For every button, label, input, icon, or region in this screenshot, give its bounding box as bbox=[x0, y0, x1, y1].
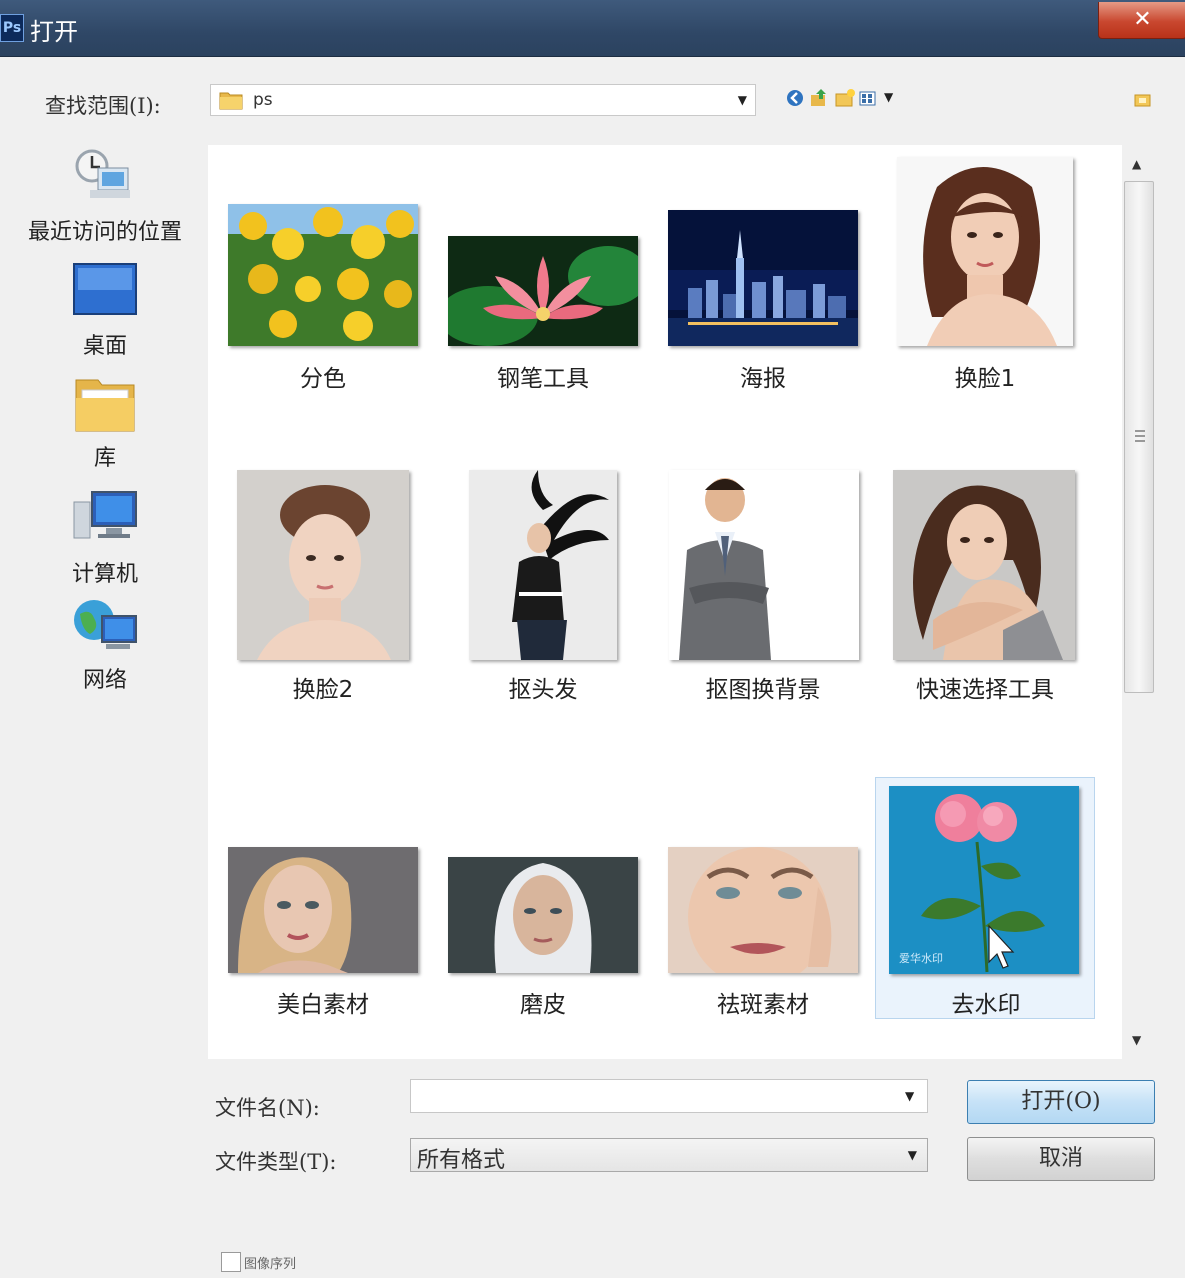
chevron-down-icon[interactable]: ▼ bbox=[884, 90, 893, 104]
place-label: 计算机 bbox=[71, 562, 138, 587]
up-folder-icon[interactable] bbox=[808, 86, 830, 110]
file-name: 磨皮 bbox=[520, 992, 566, 1018]
file-item[interactable]: 抠图换背景 bbox=[653, 470, 873, 710]
look-in-value: ps bbox=[253, 90, 273, 110]
file-name: 美白素材 bbox=[277, 992, 369, 1018]
file-name: 分色 bbox=[300, 366, 346, 392]
scroll-down-icon[interactable]: ▼ bbox=[1132, 1033, 1141, 1047]
image-thumbnail bbox=[668, 210, 858, 346]
file-name: 钢笔工具 bbox=[497, 366, 589, 392]
image-sequence-checkbox[interactable] bbox=[221, 1252, 241, 1272]
image-thumbnail bbox=[668, 847, 858, 973]
chevron-down-icon: ▼ bbox=[907, 1148, 917, 1162]
file-item[interactable]: 磨皮 bbox=[433, 795, 653, 1035]
places-bar: 最近访问的位置 桌面 库 计算机 网络 bbox=[0, 140, 210, 710]
file-name: 换脸2 bbox=[292, 677, 354, 703]
scroll-thumb[interactable] bbox=[1124, 181, 1154, 693]
image-thumbnail bbox=[228, 847, 418, 973]
folder-icon bbox=[219, 92, 243, 110]
file-item[interactable]: 换脸2 bbox=[213, 470, 433, 710]
image-thumbnail bbox=[237, 470, 409, 660]
file-item[interactable]: 祛斑素材 bbox=[653, 795, 873, 1035]
file-name: 换脸1 bbox=[954, 366, 1016, 392]
file-item[interactable]: 快速选择工具 bbox=[875, 470, 1095, 710]
filename-label: 文件名(N): bbox=[215, 1096, 320, 1120]
cancel-button[interactable]: 取消 bbox=[967, 1137, 1155, 1181]
look-in-label: 查找范围(I): bbox=[45, 94, 161, 118]
image-thumbnail bbox=[448, 857, 638, 973]
file-list[interactable]: 分色 钢笔工具 海报 换脸1 换脸2 抠头发 抠图换背景 快速选择工具 美白素材… bbox=[208, 145, 1122, 1059]
image-thumbnail bbox=[897, 157, 1073, 346]
image-thumbnail: 爱华水印 bbox=[889, 786, 1079, 974]
file-item[interactable]: 抠头发 bbox=[433, 470, 653, 710]
place-label: 网络 bbox=[82, 668, 127, 693]
window-title: 打开 bbox=[30, 18, 78, 46]
desktop-icon bbox=[73, 263, 137, 315]
back-icon[interactable] bbox=[784, 86, 806, 110]
image-thumbnail bbox=[669, 470, 859, 660]
place-label: 桌面 bbox=[82, 334, 127, 359]
view-menu-icon[interactable] bbox=[858, 86, 880, 110]
filetype-label: 文件类型(T): bbox=[215, 1150, 337, 1174]
image-thumbnail bbox=[448, 236, 638, 346]
computer-icon bbox=[73, 491, 137, 539]
image-thumbnail bbox=[228, 204, 418, 346]
navigation-toolbar: ▼ bbox=[784, 86, 904, 112]
file-item[interactable]: 分色 bbox=[213, 157, 433, 397]
chevron-down-icon: ▼ bbox=[737, 93, 747, 107]
chevron-down-icon[interactable]: ▼ bbox=[905, 1089, 914, 1103]
new-folder-icon[interactable] bbox=[834, 86, 856, 110]
file-item[interactable]: 海报 bbox=[653, 157, 873, 397]
watermark-text: 爱华水印 bbox=[899, 951, 943, 965]
file-name: 快速选择工具 bbox=[916, 677, 1054, 703]
recent-places-icon bbox=[75, 149, 130, 198]
filetype-value: 所有格式 bbox=[417, 1148, 506, 1173]
look-in-dropdown[interactable]: ps ▼ bbox=[210, 84, 756, 116]
file-name: 去水印 bbox=[951, 992, 1021, 1018]
image-sequence-label: 图像序列 bbox=[244, 1257, 297, 1272]
image-thumbnail bbox=[469, 470, 617, 660]
file-item[interactable]: 换脸1 bbox=[875, 157, 1095, 397]
grip-icon bbox=[1135, 430, 1145, 442]
title-bar: Ps 打开 ✕ bbox=[0, 0, 1185, 57]
file-item-selected[interactable]: 爱华水印 去水印 bbox=[875, 777, 1095, 1019]
vertical-scrollbar[interactable]: ▲ ▼ bbox=[1122, 145, 1154, 1059]
close-button[interactable]: ✕ bbox=[1098, 2, 1185, 39]
place-label: 最近访问的位置 bbox=[27, 220, 182, 245]
file-item[interactable]: 美白素材 bbox=[213, 795, 433, 1035]
file-name: 祛斑素材 bbox=[717, 992, 809, 1018]
file-name: 海报 bbox=[740, 366, 786, 392]
filename-input[interactable] bbox=[410, 1079, 928, 1113]
libraries-icon bbox=[75, 379, 135, 432]
file-item[interactable]: 钢笔工具 bbox=[433, 157, 653, 397]
place-label: 库 bbox=[93, 446, 116, 471]
filetype-dropdown[interactable]: 所有格式 ▼ bbox=[410, 1138, 928, 1173]
folder-options-icon[interactable] bbox=[1132, 88, 1154, 110]
file-name: 抠图换背景 bbox=[705, 677, 821, 703]
photoshop-app-icon: Ps bbox=[0, 14, 24, 42]
open-button[interactable]: 打开(O) bbox=[967, 1080, 1155, 1124]
scroll-up-icon[interactable]: ▲ bbox=[1132, 157, 1141, 171]
image-thumbnail bbox=[893, 470, 1075, 660]
file-name: 抠头发 bbox=[508, 677, 578, 703]
network-icon bbox=[74, 600, 137, 649]
